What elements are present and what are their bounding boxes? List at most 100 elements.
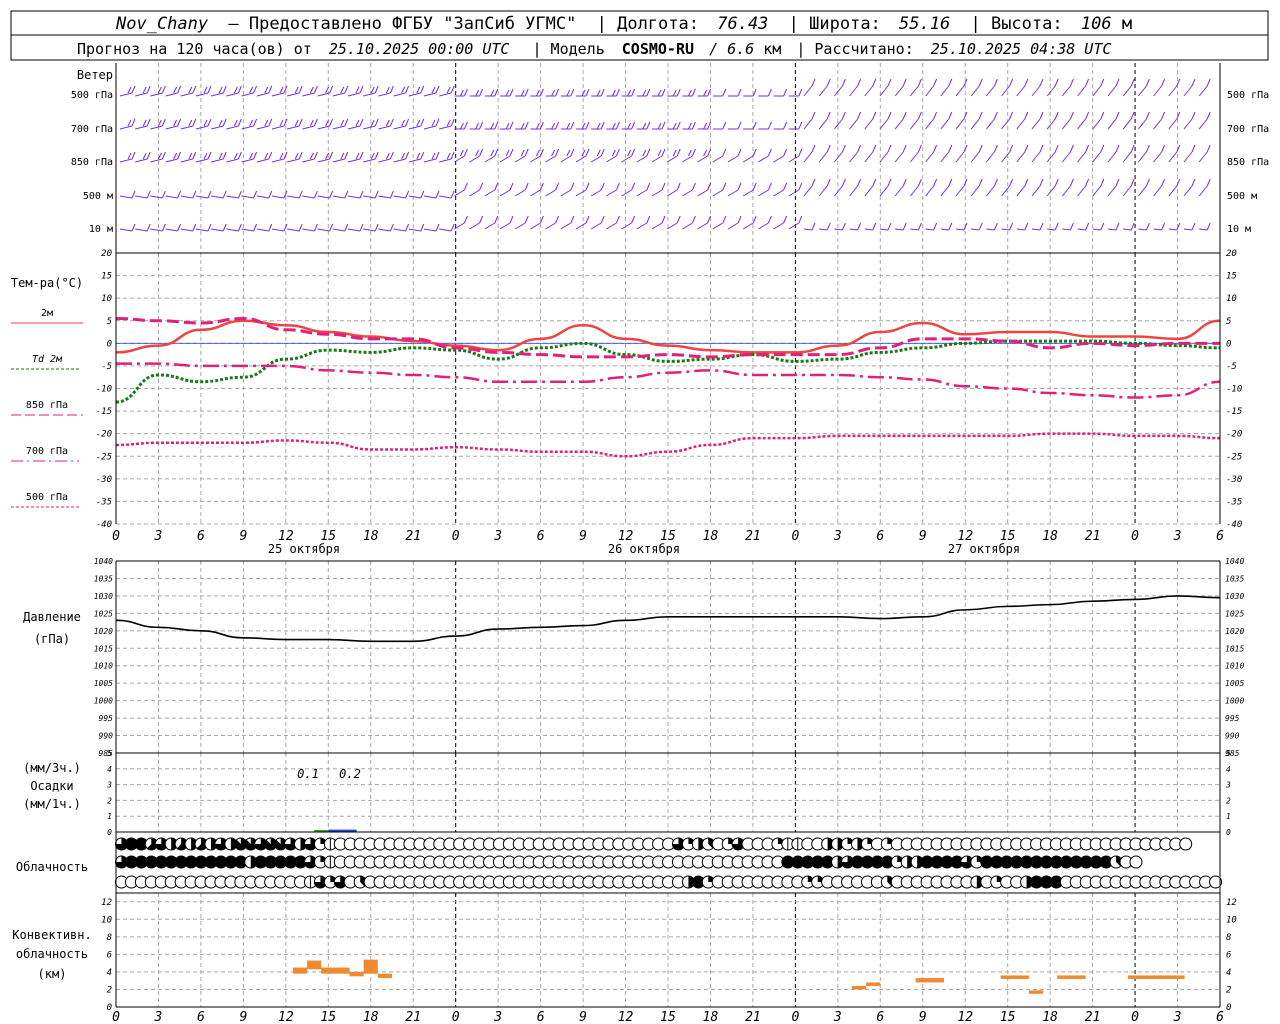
pressure-ytick-left: 1010 [94,662,113,671]
pressure-ytick-left: 1015 [94,644,113,653]
x-tick-label-bottom: 6 [197,1010,205,1024]
conv-bar [292,967,308,974]
date-label-1: 25 октября [268,542,340,556]
x-tick-label: 3 [1173,529,1182,544]
temperature-label: Тем-ра(°C) [11,276,83,290]
x-tick-label-bottom: 6 [537,1010,545,1024]
temp-ytick-right: -10 [1226,385,1242,395]
precip-ytick-right: 1 [1226,812,1231,821]
pressure-label: Давление [23,610,81,624]
wind-level-500m: 500 м [83,191,113,202]
latitude-label: | Широта: [789,14,881,34]
x-tick-label-bottom: 3 [154,1010,163,1024]
x-tick-label-bottom: 18 [1042,1010,1058,1024]
x-tick-label-bottom: 21 [1085,1010,1101,1024]
x-tick-label-bottom: 18 [703,1010,719,1024]
pressure-ytick-left: 1035 [94,574,113,583]
model-resolution-unit: км [763,40,781,58]
pressure-ytick-right: 990 [1225,732,1240,741]
conv-ytick-left: 0 [107,1003,112,1013]
precip-ytick-left: 2 [107,796,112,805]
x-tick-label-bottom: 9 [919,1010,927,1024]
conv-bar [349,971,364,977]
conv-ytick-right: 6 [1226,950,1231,960]
precip-data-label-2: 0.2 [339,767,361,781]
conv-ytick-right: 8 [1226,933,1231,943]
wind-level-850hpa-right: 850 гПа [1227,157,1269,168]
wind-label: Ветер [77,68,113,82]
x-tick-label-bottom: 9 [239,1010,247,1024]
temp-ytick-left: -20 [96,430,112,440]
conv-ytick-left: 4 [107,968,112,978]
conv-ytick-left: 10 [101,915,112,925]
cloud-symbol [1179,837,1193,851]
conv-ytick-right: 0 [1226,1003,1231,1013]
wind-level-700hpa: 700 гПа [71,124,113,135]
model-name: COSMO-RU [622,40,694,58]
x-tick-label: 6 [1216,529,1224,544]
x-tick-label-bottom: 15 [1000,1010,1016,1024]
conv-ytick-right: 4 [1226,968,1231,978]
longitude-value: 76.43 [717,14,768,34]
temp-ytick-left: -35 [96,497,112,507]
x-tick-label: 21 [1085,529,1101,544]
temp-ytick-left: 10 [101,294,112,304]
temp-ytick-left: -40 [96,520,112,530]
precip-unit-3h-label: (мм/3ч.) [23,761,81,775]
cloud-circle [1129,855,1143,869]
x-tick-label: 9 [579,529,587,544]
temp-ytick-left: -10 [96,385,112,395]
latitude-value: 55.16 [899,14,950,34]
wind-level-500m-right: 500 м [1227,191,1257,202]
x-tick-label-bottom: 12 [957,1010,973,1024]
pressure-ytick-right: 995 [1225,714,1240,723]
altitude-unit: м [1122,14,1132,34]
conv-ytick-right: 10 [1226,915,1237,925]
temp-ytick-right: -40 [1226,520,1242,530]
x-tick-label-bottom: 3 [493,1010,502,1024]
x-tick-label-bottom: 18 [363,1010,379,1024]
wind-level-500hpa-right: 500 гПа [1227,90,1269,101]
temp-ytick-right: 15 [1226,272,1237,282]
pressure-ytick-right: 1015 [1225,644,1244,653]
temp-ytick-left: -5 [101,362,112,372]
x-tick-label-bottom: 9 [579,1010,587,1024]
conv-bar [852,985,867,990]
x-tick-label-bottom: 0 [791,1010,799,1024]
x-tick-label: 0 [452,529,460,544]
conv-bar [307,960,322,970]
date-label-3: 27 октября [948,542,1020,556]
conv-bar [1057,975,1086,979]
conv-bar [321,967,350,974]
pressure-ytick-right: 1025 [1225,609,1244,618]
forecast-label: Прогноз на 120 часа(ов) от [77,40,312,58]
x-tick-label-bottom: 6 [876,1010,884,1024]
legend-t700-label: 700 гПа [26,446,68,457]
precip-ytick-right: 3 [1225,781,1231,790]
x-tick-label: 6 [537,529,545,544]
pressure-ytick-left: 1040 [94,557,113,566]
conv-bar [1028,990,1044,994]
x-tick-label: 9 [239,529,247,544]
conv-ytick-right: 2 [1226,985,1231,995]
wind-level-850hpa: 850 гПа [71,157,113,168]
conv-ytick-left: 8 [107,933,112,943]
conv-bar [915,978,944,983]
temp-ytick-right: -20 [1226,430,1242,440]
pressure-ytick-left: 1030 [94,592,113,601]
precip-ytick-left: 5 [107,749,112,758]
x-tick-label-bottom: 3 [1173,1010,1182,1024]
temp-ytick-right: -15 [1226,407,1242,417]
longitude-label: | Долгота: [597,14,699,34]
pressure-unit-label: (гПа) [34,632,70,646]
x-tick-label-bottom: 21 [405,1010,421,1024]
conv-label-1: Конвективн. [12,928,91,942]
pressure-ytick-right: 1020 [1225,627,1244,636]
provider-label: — Предоставлено ФГБУ "ЗапСиб УГМС" [228,14,576,34]
x-tick-label-bottom: 0 [112,1010,120,1024]
temp-ytick-left: -25 [96,452,112,462]
pressure-ytick-right: 1000 [1225,697,1244,706]
x-tick-label: 6 [197,529,205,544]
pressure-ytick-left: 1020 [94,627,113,636]
model-label: | Модель [533,40,605,58]
